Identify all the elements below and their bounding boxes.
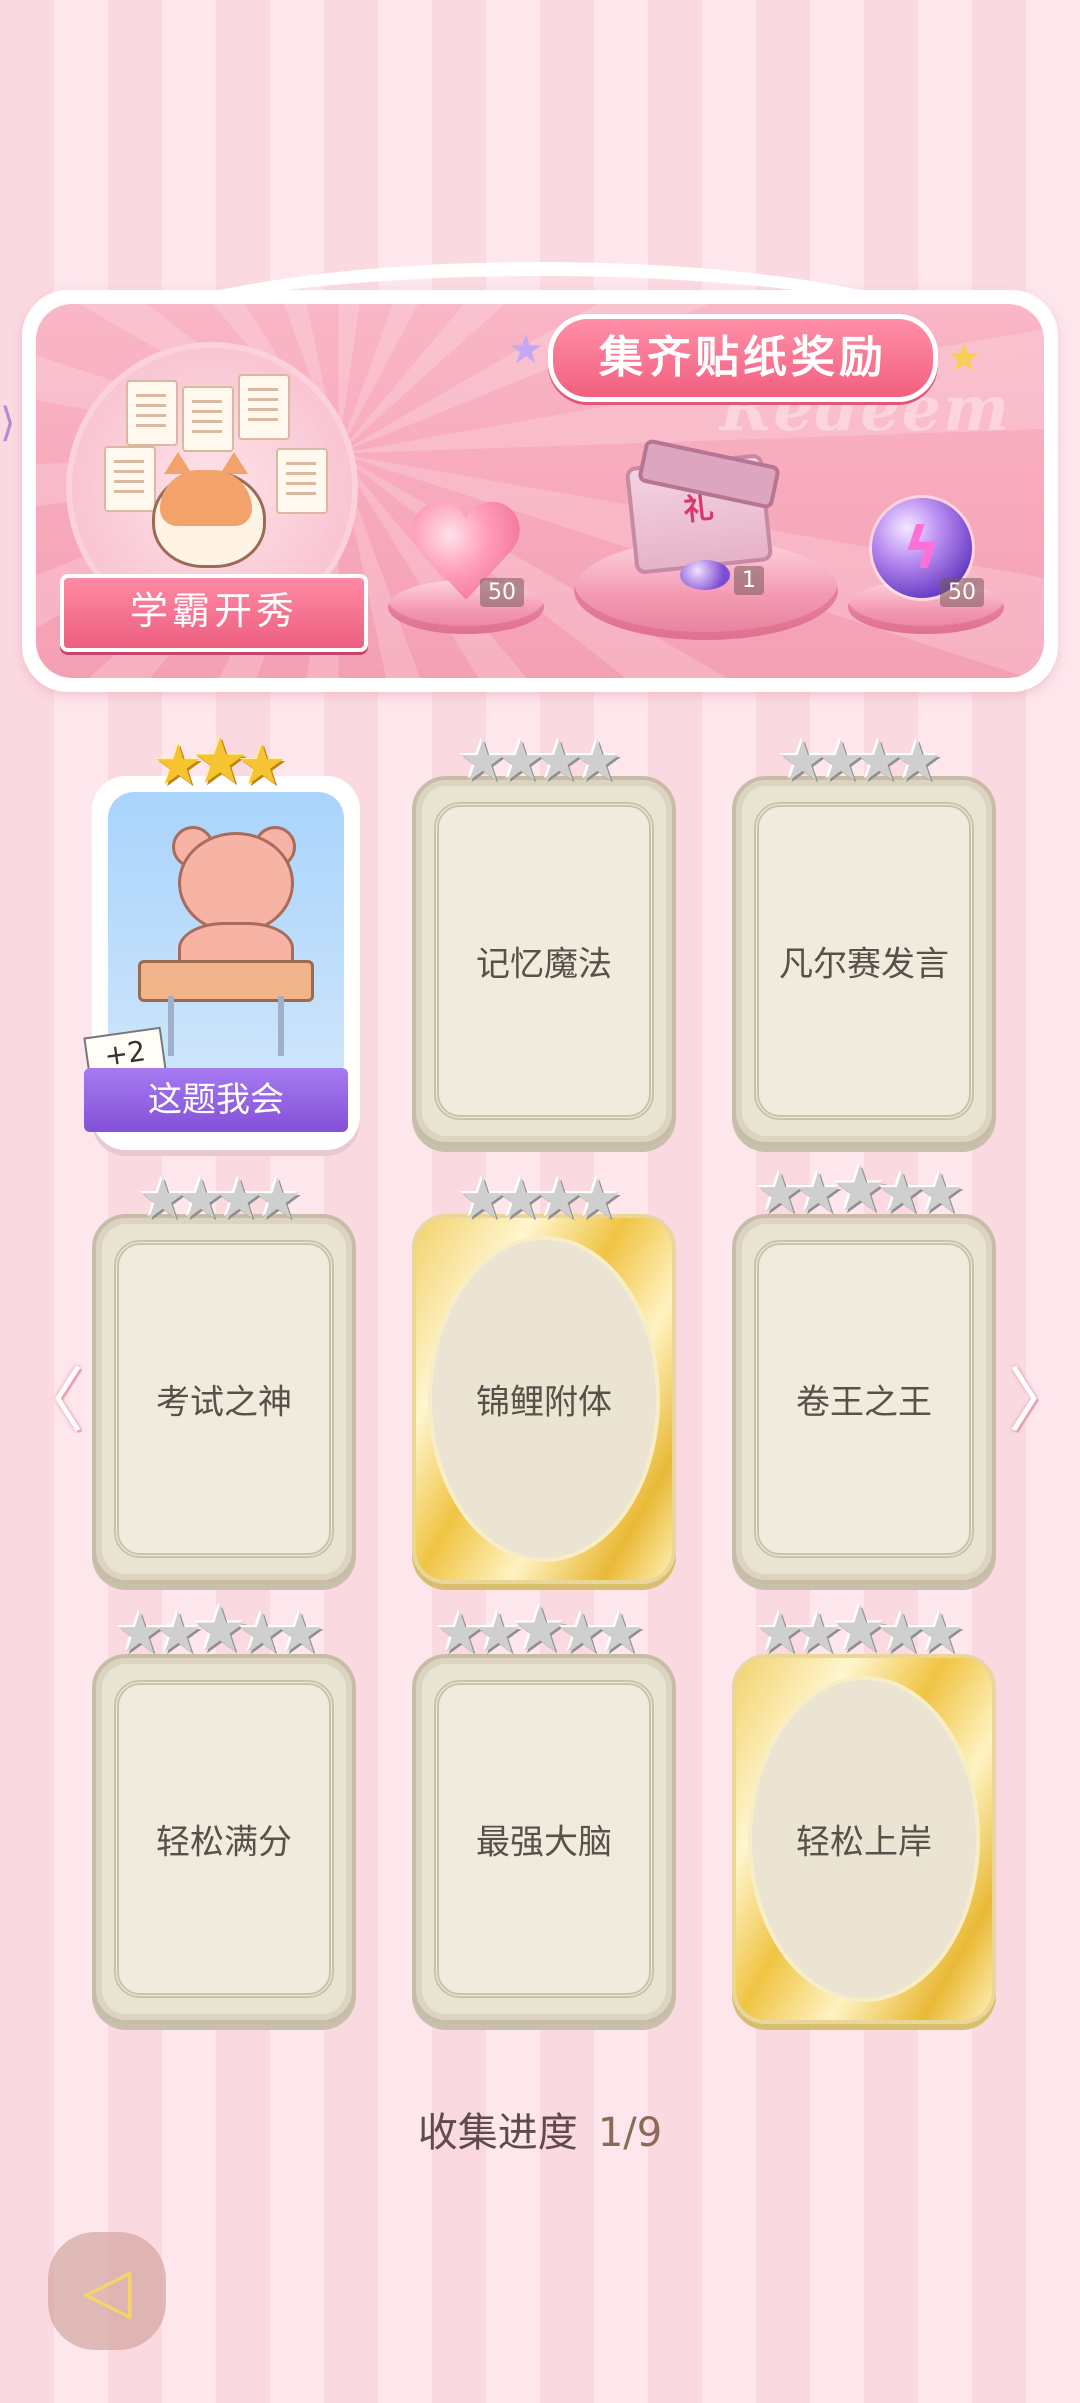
desk-leg xyxy=(168,996,174,1056)
sticker-card-locked[interactable]: 记忆魔法 xyxy=(412,776,676,1146)
card-title: 最强大脑 xyxy=(476,1822,612,1863)
sticker-card-locked-gold[interactable]: 轻松上岸 xyxy=(732,1654,996,2024)
orb-pair-icon xyxy=(680,560,730,590)
collection-progress: 收集进度 1/9 xyxy=(0,2100,1080,2158)
reward-count: 50 xyxy=(480,578,524,607)
album-badge: 学霸开秀 xyxy=(60,574,368,652)
prev-page-chevron-left-icon[interactable]: 〈 xyxy=(14,1366,84,1436)
star-icon: ★ xyxy=(236,733,287,798)
paper-icon xyxy=(126,380,178,446)
paper-icon xyxy=(238,374,290,440)
sticker-card-unlocked[interactable]: +2 这题我会 xyxy=(83,776,360,1150)
sticker-card-locked[interactable]: 轻松满分 xyxy=(92,1654,356,2024)
banner-title: 集齐贴纸奖励 xyxy=(548,314,938,402)
star-icon: ★ xyxy=(274,1601,326,1666)
card-title: 卷王之王 xyxy=(796,1382,932,1423)
card-stars: ★ ★ ★ ★ xyxy=(92,1168,348,1228)
star-decoration-icon: ★ xyxy=(946,335,982,381)
bear-mascot-icon xyxy=(178,832,294,934)
paper-icon xyxy=(182,386,234,452)
card-stars: ★ ★ ★ ★ xyxy=(412,730,668,790)
star-decoration-icon: ★ xyxy=(508,327,544,373)
star-icon: ★ xyxy=(914,1601,966,1666)
card-stars: ★ ★ ★ ★ ★ xyxy=(412,1598,668,1666)
card-title: 轻松上岸 xyxy=(796,1822,932,1863)
star-icon: ★ xyxy=(594,1601,646,1666)
star-icon: ★ xyxy=(572,729,623,794)
progress-value: 1/9 xyxy=(597,2110,663,2156)
card-stars: ★ ★ ★ ★ ★ xyxy=(92,1598,348,1666)
desk xyxy=(138,960,314,1002)
star-icon: ★ xyxy=(572,1167,623,1232)
reward-count: 1 xyxy=(734,566,764,595)
sticker-card-locked[interactable]: 卷王之王 xyxy=(732,1214,996,1584)
card-stars: ★ ★ ★ xyxy=(92,730,348,798)
card-stars: ★ ★ ★ ★ ★ xyxy=(732,1158,988,1226)
sticker-card-locked[interactable]: 最强大脑 xyxy=(412,1654,676,2024)
paper-icon xyxy=(276,448,328,514)
sticker-card-locked[interactable]: 考试之神 xyxy=(92,1214,356,1584)
card-title: 轻松满分 xyxy=(156,1822,292,1863)
back-button[interactable]: ◁ xyxy=(48,2232,166,2350)
card-title: 这题我会 xyxy=(84,1068,348,1132)
next-page-chevron-right-icon[interactable]: 〉 xyxy=(1008,1366,1078,1436)
cat-head xyxy=(160,470,252,526)
card-stars: ★ ★ ★ ★ ★ xyxy=(732,1598,988,1666)
card-title: 考试之神 xyxy=(156,1382,292,1423)
star-icon: ★ xyxy=(892,729,943,794)
card-title: 凡尔赛发言 xyxy=(779,944,949,985)
progress-label: 收集进度 xyxy=(417,2110,578,2156)
paper-icon xyxy=(104,446,156,512)
card-stars: ★ ★ ★ ★ xyxy=(732,730,988,790)
sticker-card-locked-gold[interactable]: 锦鲤附体 xyxy=(412,1214,676,1584)
reward-count: 50 xyxy=(940,578,984,607)
card-title: 记忆魔法 xyxy=(476,944,612,985)
desk-leg xyxy=(278,996,284,1056)
ribbon-decoration-icon: ⟩ xyxy=(0,400,16,446)
star-icon: ★ xyxy=(914,1161,966,1226)
star-icon: ★ xyxy=(252,1167,303,1232)
card-stars: ★ ★ ★ ★ xyxy=(412,1168,668,1228)
back-icon: ◁ xyxy=(82,2254,132,2328)
sticker-card-locked[interactable]: 凡尔赛发言 xyxy=(732,776,996,1146)
card-title: 锦鲤附体 xyxy=(476,1382,612,1423)
